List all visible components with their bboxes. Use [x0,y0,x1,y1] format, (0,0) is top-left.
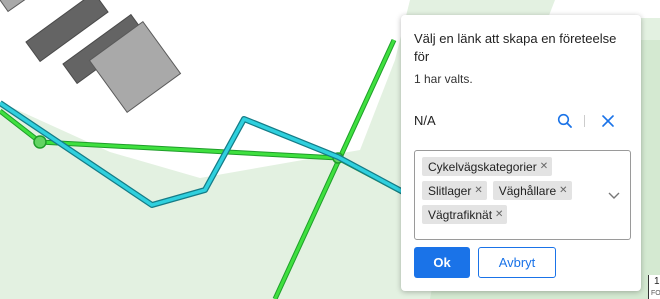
close-icon[interactable]: ✕ [559,185,567,196]
chevron-down-icon[interactable] [607,188,621,199]
create-feature-dialog: Välj en länk att skapa en företeelse för… [401,15,641,291]
tag-label: Väghållare [498,183,557,198]
ok-button[interactable]: Ok [414,247,470,278]
tag-chip: Slitlager ✕ [422,181,487,200]
selection-count: 1 har valts. [414,72,473,86]
tag-list: Cykelvägskategorier ✕ Slitlager ✕ Väghål… [422,157,596,224]
tag-chip: Väghållare ✕ [492,181,572,200]
close-icon[interactable] [597,110,619,132]
close-icon[interactable]: ✕ [540,161,548,172]
tag-label: Cykelvägskategorier [428,159,537,174]
divider [584,115,585,127]
selected-link-value: N/A [414,113,436,128]
tag-chip: Vägtrafiknät ✕ [422,205,508,224]
scale-value: 1 [654,276,660,287]
tag-chip: Cykelvägskategorier ✕ [422,157,553,176]
cancel-button[interactable]: Avbryt [478,247,556,278]
selected-link-row: N/A [414,110,628,132]
dialog-title: Välj en länk att skapa en företeelse för [414,31,617,64]
close-icon[interactable]: ✕ [495,209,503,220]
scale-sublabel: FO [651,290,660,297]
tag-label: Slitlager [428,183,472,198]
close-icon[interactable]: ✕ [474,185,482,196]
search-icon[interactable] [554,110,576,132]
road-node[interactable] [33,135,47,149]
tag-label: Vägtrafiknät [428,207,493,222]
feature-type-multiselect[interactable]: Cykelvägskategorier ✕ Slitlager ✕ Väghål… [414,150,631,240]
map-scale: 1 FO [648,275,660,299]
